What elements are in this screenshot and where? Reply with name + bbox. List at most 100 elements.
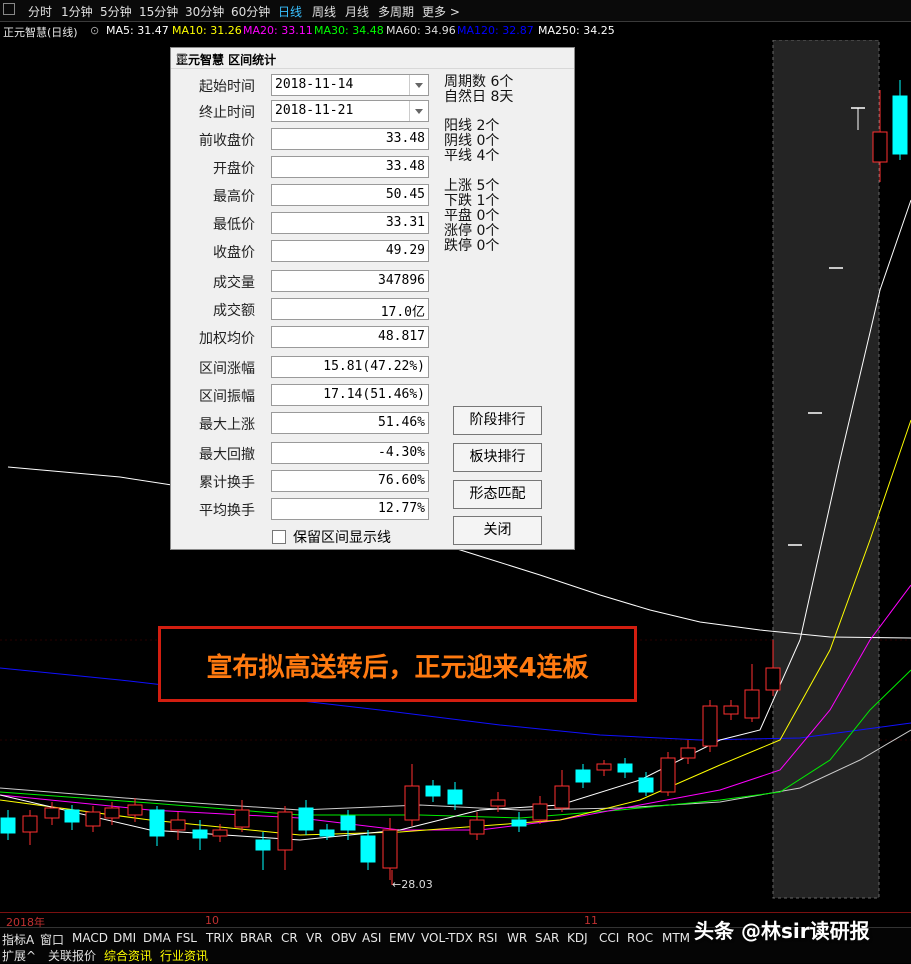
field-value: 51.46% — [271, 412, 429, 434]
period-count-stat: 周期数 6个 — [444, 74, 514, 90]
period-tab-weekly[interactable]: 周线 — [312, 3, 336, 20]
period-tab-more[interactable]: 更多 > — [422, 3, 460, 20]
indicator-tab[interactable]: ASI — [362, 931, 381, 945]
limit-down-stat: 跌停 0个 — [444, 238, 500, 254]
expand-button[interactable]: 扩展^ — [2, 947, 36, 964]
field-label: 最低价 — [213, 217, 255, 233]
candle-body — [723, 705, 739, 715]
field-value: 33.31 — [271, 212, 429, 234]
candle-body — [447, 789, 463, 805]
period-tab-30min[interactable]: 30分钟 — [185, 3, 224, 20]
ma250-label: MA250: 34.25 — [538, 24, 615, 37]
indicator-tab[interactable]: 指标A — [2, 931, 34, 948]
period-tab-60min[interactable]: 60分钟 — [231, 3, 270, 20]
indicator-tab[interactable]: CR — [281, 931, 298, 945]
candle-body — [360, 835, 376, 863]
pattern-match-button[interactable]: 形态匹配 — [453, 480, 542, 509]
indicator-tab[interactable]: MACD — [72, 931, 108, 945]
field-label: 累计换手 — [199, 475, 255, 491]
ma120-label: MA120: 32.87 — [457, 24, 534, 37]
flat-days-stat: 平盘 0个 — [444, 208, 500, 224]
field-label: 最大上涨 — [199, 417, 255, 433]
calendar-days-stat: 自然日 8天 — [444, 89, 514, 105]
toolbar-menu-icon[interactable] — [3, 3, 15, 15]
indicator-tab[interactable]: KDJ — [567, 931, 588, 945]
candle-body — [104, 807, 120, 819]
ma20-label: MA20: 33.11 — [243, 24, 313, 37]
candle-body — [490, 799, 506, 807]
indicator-tab[interactable]: CCI — [599, 931, 619, 945]
ma-settings-icon[interactable]: ⊙ — [90, 24, 99, 37]
industry-news-tab[interactable]: 行业资讯 — [160, 947, 208, 964]
rise-days-stat: 上涨 5个 — [444, 178, 500, 194]
selected-range-highlight — [772, 40, 880, 899]
sector-rank-button[interactable]: 板块排行 — [453, 443, 542, 472]
candle-body — [744, 689, 760, 719]
indicator-tab[interactable]: TRIX — [206, 931, 233, 945]
low-price-label: ←28.03 — [392, 878, 433, 891]
candle-body — [765, 667, 781, 691]
candle-body — [638, 777, 654, 793]
close-icon[interactable]: ⊠ — [176, 51, 570, 66]
field-value: 33.48 — [271, 128, 429, 150]
indicator-tab[interactable]: DMI — [113, 931, 136, 945]
ma-legend-bar: 正元智慧(日线) ⊙ MA5: 31.47 MA10: 31.26 MA20: … — [0, 22, 911, 40]
indicator-tab[interactable]: RSI — [478, 931, 498, 945]
stage-rank-button[interactable]: 阶段排行 — [453, 406, 542, 435]
up-candle-stat: 阳线 2个 — [444, 118, 500, 134]
period-tab-daily[interactable]: 日线 — [278, 3, 302, 20]
field-value: 17.14(51.46%) — [271, 384, 429, 406]
chevron-down-icon[interactable] — [409, 101, 428, 121]
field-label: 终止时间 — [199, 105, 255, 121]
candle-body — [511, 819, 527, 827]
indicator-tab[interactable]: VOL-TDX — [421, 931, 473, 945]
period-tab-15min[interactable]: 15分钟 — [139, 3, 178, 20]
indicator-tab[interactable]: ROC — [627, 931, 653, 945]
candle-body — [702, 705, 718, 747]
related-quotes-tab[interactable]: 关联报价 — [48, 947, 96, 964]
end-date-select[interactable]: 2018-11-21 — [271, 100, 429, 122]
chevron-down-icon[interactable] — [409, 75, 428, 95]
ma30-label: MA30: 34.48 — [314, 24, 384, 37]
indicator-tab[interactable]: MTM — [662, 931, 690, 945]
period-tab-1min[interactable]: 1分钟 — [61, 3, 93, 20]
indicator-tab[interactable]: WR — [507, 931, 527, 945]
period-tab-monthly[interactable]: 月线 — [345, 3, 369, 20]
indicator-tab[interactable]: BRAR — [240, 931, 273, 945]
indicator-tab[interactable]: DMA — [143, 931, 171, 945]
flat-candle-stat: 平线 4个 — [444, 148, 500, 164]
candle-body — [425, 785, 441, 797]
date-label-oct: 10 — [205, 914, 219, 927]
field-label: 成交额 — [213, 303, 255, 319]
general-news-tab[interactable]: 综合资讯 — [104, 947, 152, 964]
start-date-select[interactable]: 2018-11-14 — [271, 74, 429, 96]
period-tab-fenshi[interactable]: 分时 — [28, 3, 52, 20]
indicator-tab[interactable]: SAR — [535, 931, 559, 945]
indicator-tab[interactable]: OBV — [331, 931, 357, 945]
candle-body — [469, 819, 485, 835]
period-tab-5min[interactable]: 5分钟 — [100, 3, 132, 20]
fall-days-stat: 下跌 1个 — [444, 193, 500, 209]
field-label: 区间振幅 — [199, 389, 255, 405]
period-tab-multi[interactable]: 多周期 — [378, 3, 414, 20]
ma5-label: MA5: 31.47 — [106, 24, 169, 37]
close-button[interactable]: 关闭 — [453, 516, 542, 545]
select-value: 2018-11-14 — [275, 77, 354, 92]
candle-body — [575, 769, 591, 783]
indicator-tab[interactable]: EMV — [389, 931, 415, 945]
stock-title: 正元智慧(日线) — [3, 26, 78, 39]
field-label: 前收盘价 — [199, 133, 255, 149]
candle-body — [0, 817, 16, 834]
date-label-nov: 11 — [584, 914, 598, 927]
indicator-tab[interactable]: 窗口 — [40, 931, 64, 948]
keep-range-line-checkbox[interactable] — [272, 530, 286, 544]
candle-body — [170, 819, 186, 831]
indicator-tab[interactable]: FSL — [176, 931, 197, 945]
candle-body — [255, 839, 271, 851]
candle-body — [404, 785, 420, 821]
indicator-tab[interactable]: VR — [306, 931, 323, 945]
down-candle-stat: 阴线 0个 — [444, 133, 500, 149]
dialog-titlebar[interactable]: 正元智慧 区间统计 ⊠ — [171, 48, 574, 69]
field-value: 76.60% — [271, 470, 429, 492]
period-toolbar: 分时 1分钟 5分钟 15分钟 30分钟 60分钟 日线 周线 月线 多周期 更… — [0, 0, 911, 22]
